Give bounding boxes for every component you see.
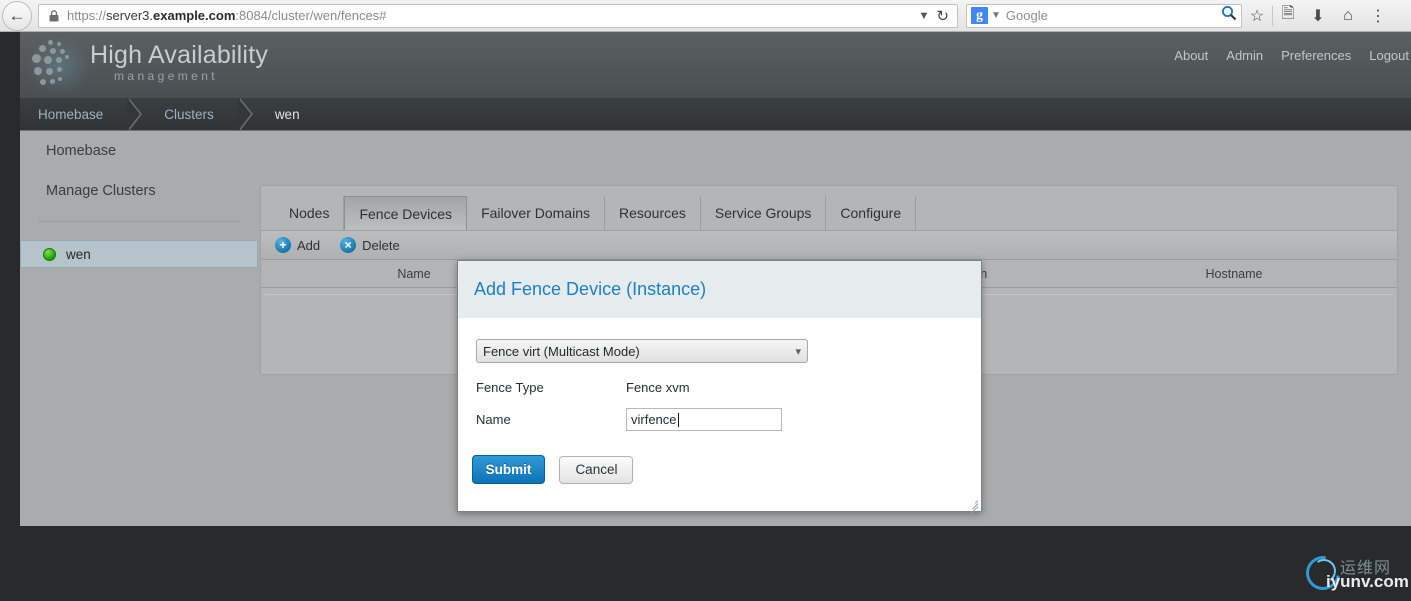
tab-bar: Nodes Fence Devices Failover Domains Res… [261, 186, 1397, 230]
tab-label: Nodes [289, 205, 329, 221]
chevron-down-icon[interactable]: ▼ [915, 10, 937, 22]
table-toolbar: + Add × Delete [261, 230, 1397, 260]
chevron-down-icon: ▾ [795, 345, 801, 358]
tab-label: Resources [619, 205, 686, 221]
tab-configure[interactable]: Configure [826, 196, 916, 230]
header-nav: About Admin Preferences Logout [1174, 48, 1411, 63]
sidebar: Homebase Manage Clusters wen [20, 131, 258, 526]
downloads-icon[interactable]: ⬇ [1303, 1, 1333, 31]
breadcrumb-label: Clusters [164, 107, 214, 122]
breadcrumb-separator-icon [129, 98, 142, 131]
fence-type-value: Fence xvm [626, 380, 690, 395]
name-input-value: virfence [631, 412, 677, 427]
field-row-fence-type: Fence Type Fence xvm [476, 380, 963, 395]
name-label: Name [476, 412, 626, 435]
add-button[interactable]: + Add [275, 237, 320, 253]
magnifier-icon[interactable] [1221, 5, 1237, 26]
brand: High Availability management [90, 42, 268, 83]
tab-nodes[interactable]: Nodes [275, 196, 344, 230]
url-subdomain: server3. [106, 8, 153, 23]
column-header-hostname: Hostname [1081, 267, 1381, 281]
search-placeholder: Google [1006, 8, 1221, 23]
breadcrumb-item-wen[interactable]: wen [257, 98, 326, 131]
menu-icon[interactable]: ⋮ [1363, 1, 1393, 31]
app-header: High Availability management About Admin… [20, 32, 1411, 98]
brand-subtitle: management [114, 69, 268, 83]
dialog-header: Add Fence Device (Instance) [458, 261, 981, 319]
plus-circle-icon: + [275, 237, 291, 253]
breadcrumb-item-homebase[interactable]: Homebase [20, 98, 129, 131]
tab-label: Configure [840, 205, 901, 221]
tab-label: Failover Domains [481, 205, 590, 221]
sidebar-item-label: Manage Clusters [46, 183, 156, 199]
tab-failover-domains[interactable]: Failover Domains [467, 196, 605, 230]
watermark: 运维网 iyunv.com [1300, 552, 1403, 596]
text-cursor-icon [678, 413, 679, 427]
dotted-circle-logo [30, 38, 90, 94]
reload-icon[interactable]: ↻ [936, 7, 953, 25]
header-link-about[interactable]: About [1174, 48, 1208, 63]
url-domain: example.com [153, 8, 235, 23]
breadcrumb-item-clusters[interactable]: Clusters [146, 98, 240, 131]
breadcrumb-label: Homebase [38, 107, 103, 122]
tab-label: Fence Devices [359, 206, 452, 222]
add-button-label: Add [297, 238, 320, 253]
breadcrumb-separator-icon [240, 98, 253, 131]
dialog-body: Fence virt (Multicast Mode) ▾ Fence Type… [458, 319, 981, 435]
back-arrow-icon[interactable]: ← [2, 1, 32, 31]
fence-type-label: Fence Type [476, 380, 626, 395]
sidebar-item-cluster-wen[interactable]: wen [20, 240, 258, 268]
fence-device-type-select[interactable]: Fence virt (Multicast Mode) ▾ [476, 339, 808, 363]
bookmark-star-icon[interactable]: ☆ [1242, 1, 1272, 31]
sidebar-divider [38, 221, 240, 222]
url-path: :8084/cluster/wen/fences# [235, 8, 386, 23]
delete-button-label: Delete [362, 238, 400, 253]
sidebar-item-manage-clusters[interactable]: Manage Clusters [20, 171, 258, 211]
select-value: Fence virt (Multicast Mode) [483, 344, 640, 359]
add-fence-device-dialog: Add Fence Device (Instance) Fence virt (… [457, 260, 982, 512]
brand-title: High Availability [90, 42, 268, 68]
header-link-preferences[interactable]: Preferences [1281, 48, 1351, 63]
header-link-logout[interactable]: Logout [1369, 48, 1409, 63]
cancel-button[interactable]: Cancel [559, 456, 633, 484]
lock-icon [47, 10, 61, 22]
dialog-footer: Submit Cancel [458, 445, 981, 511]
url-text: https://server3.example.com:8084/cluster… [67, 8, 915, 23]
search-input[interactable]: g ▼ Google [966, 4, 1242, 28]
header-link-admin[interactable]: Admin [1226, 48, 1263, 63]
submit-button[interactable]: Submit [472, 455, 545, 484]
chevron-down-icon[interactable]: ▼ [988, 10, 1006, 21]
dialog-title: Add Fence Device (Instance) [474, 279, 706, 300]
tab-service-groups[interactable]: Service Groups [701, 196, 826, 230]
breadcrumb-label: wen [275, 107, 300, 122]
x-circle-icon: × [340, 237, 356, 253]
reading-list-icon[interactable]: 🗎 [1273, 1, 1303, 31]
sidebar-item-label: Homebase [46, 143, 116, 159]
browser-toolbar: ← https://server3.example.com:8084/clust… [0, 0, 1411, 32]
url-scheme: https:// [67, 8, 106, 23]
tab-fence-devices[interactable]: Fence Devices [344, 196, 467, 230]
page-footer [0, 526, 1411, 601]
status-dot-icon [43, 248, 56, 261]
tab-label: Service Groups [715, 205, 811, 221]
sidebar-cluster-label: wen [66, 247, 91, 262]
address-bar[interactable]: https://server3.example.com:8084/cluster… [38, 4, 958, 28]
tab-resources[interactable]: Resources [605, 196, 701, 230]
watermark-en-text: iyunv.com [1326, 572, 1409, 592]
breadcrumb: Homebase Clusters wen [20, 98, 1411, 131]
sidebar-item-homebase[interactable]: Homebase [20, 131, 258, 171]
home-icon[interactable]: ⌂ [1333, 1, 1363, 31]
name-input[interactable]: virfence [626, 408, 782, 431]
field-row-name: Name virfence [476, 412, 963, 435]
app-root: ← https://server3.example.com:8084/clust… [0, 0, 1411, 601]
resize-grip-icon[interactable] [966, 496, 978, 508]
delete-button[interactable]: × Delete [340, 237, 400, 253]
g-logo-icon: g [971, 7, 988, 24]
